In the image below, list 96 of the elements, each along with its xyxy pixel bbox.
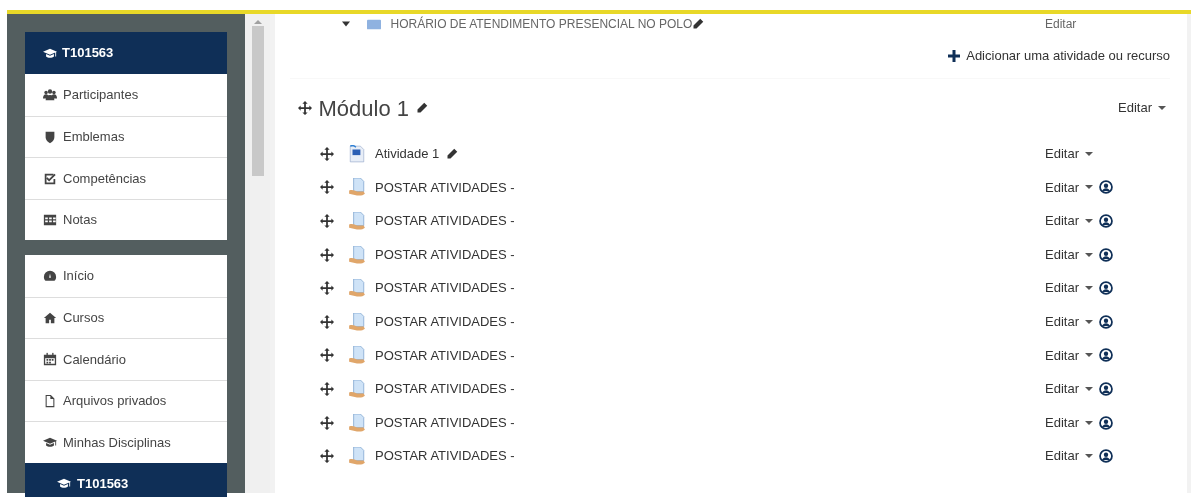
edit-menu-link[interactable]: Editar bbox=[1045, 379, 1093, 399]
caret-icon bbox=[1084, 185, 1093, 190]
user-icon bbox=[1098, 348, 1113, 363]
edit-menu-link[interactable]: Editar bbox=[1045, 446, 1093, 466]
menu-item[interactable]: Competências bbox=[25, 157, 227, 199]
user-icon bbox=[1098, 180, 1113, 195]
section-link[interactable]: HORÁRIO DE ATENDIMENTO PRESENCIAL NO POLO bbox=[390, 15, 693, 33]
user-icon bbox=[1098, 314, 1113, 329]
move-icon bbox=[320, 348, 334, 363]
edit-menu-link[interactable]: Editar bbox=[1045, 211, 1093, 231]
caret-icon bbox=[1084, 219, 1093, 223]
move-icon bbox=[298, 101, 312, 115]
activity-link[interactable]: POSTAR ATIVIDADES - bbox=[375, 446, 515, 466]
user-icon bbox=[1098, 415, 1113, 430]
move-icon bbox=[320, 415, 334, 430]
hand-document-icon bbox=[348, 178, 366, 197]
graduation-cap-icon bbox=[43, 435, 57, 450]
graduation-cap-icon bbox=[57, 476, 71, 491]
user-icon bbox=[1098, 247, 1113, 262]
hand-document-icon bbox=[348, 245, 366, 264]
activity-link[interactable]: POSTAR ATIVIDADES - bbox=[375, 312, 515, 332]
file-icon bbox=[43, 393, 57, 408]
activity-link[interactable]: POSTAR ATIVIDADES - bbox=[375, 177, 515, 198]
menu-item[interactable]: Participantes bbox=[25, 74, 227, 116]
edit-menu-link[interactable]: Editar bbox=[1045, 345, 1093, 366]
section-title: Módulo 1 bbox=[318, 94, 409, 123]
home-icon bbox=[43, 310, 57, 325]
caret-icon bbox=[1084, 252, 1093, 257]
edit-menu-link[interactable]: Editar bbox=[1045, 312, 1093, 332]
checkbox-icon bbox=[43, 171, 57, 186]
hand-document-icon bbox=[348, 279, 366, 298]
caret-icon bbox=[1084, 454, 1093, 459]
word-document-icon bbox=[348, 144, 366, 163]
activity-link[interactable]: POSTAR ATIVIDADES - bbox=[375, 412, 515, 433]
user-icon bbox=[1098, 381, 1113, 396]
calendar-icon bbox=[43, 352, 57, 367]
course-menu-header[interactable]: T101563 bbox=[25, 32, 227, 74]
move-icon bbox=[320, 281, 334, 296]
caret-icon bbox=[1084, 319, 1093, 324]
edit-menu-link[interactable]: Editar bbox=[1045, 15, 1077, 33]
caret-icon bbox=[1084, 353, 1093, 358]
activity-link[interactable]: POSTAR ATIVIDADES - bbox=[375, 379, 515, 399]
move-icon bbox=[320, 314, 334, 329]
hand-document-icon bbox=[348, 413, 366, 432]
add-activity-link[interactable]: Adicionar uma atividade ou recurso bbox=[947, 46, 1170, 66]
menu-item[interactable]: Início bbox=[25, 255, 227, 297]
menu-item[interactable]: Cursos bbox=[25, 296, 227, 338]
edit-menu-link[interactable]: Editar bbox=[1045, 412, 1093, 433]
hand-document-icon bbox=[348, 447, 366, 466]
plus-icon bbox=[947, 50, 960, 62]
menu-item[interactable]: Notas bbox=[25, 198, 227, 240]
users-icon bbox=[43, 87, 57, 102]
table-icon bbox=[43, 212, 57, 227]
edit-menu-link[interactable]: Editar bbox=[1045, 278, 1093, 298]
shield-icon bbox=[43, 129, 57, 144]
hand-document-icon bbox=[348, 379, 366, 398]
move-icon bbox=[320, 381, 334, 396]
activity-link[interactable]: Atividade 1 bbox=[375, 144, 440, 164]
menu-item[interactable]: T101563 bbox=[25, 462, 227, 497]
caret-icon bbox=[1084, 151, 1093, 156]
hand-document-icon bbox=[348, 346, 366, 365]
user-icon bbox=[1098, 214, 1113, 228]
dashboard-icon bbox=[43, 268, 57, 283]
move-icon bbox=[320, 180, 334, 195]
move-icon bbox=[320, 247, 334, 262]
collapse-caret-icon bbox=[342, 20, 350, 28]
user-icon bbox=[1098, 449, 1113, 464]
move-icon bbox=[320, 146, 334, 161]
menu-item[interactable]: Calendário bbox=[25, 338, 227, 380]
menu-item[interactable]: Minhas Disciplinas bbox=[25, 421, 227, 463]
edit-menu-link[interactable]: Editar bbox=[1045, 177, 1093, 198]
graduation-cap-icon bbox=[43, 46, 57, 60]
hand-document-icon bbox=[348, 312, 366, 331]
hand-document-icon bbox=[348, 212, 366, 230]
menu-item[interactable]: Arquivos privados bbox=[25, 379, 227, 421]
activity-link[interactable]: POSTAR ATIVIDADES - bbox=[375, 211, 515, 231]
activity-link[interactable]: POSTAR ATIVIDADES - bbox=[375, 278, 515, 298]
pencil-icon bbox=[445, 147, 458, 160]
caret-icon bbox=[1158, 106, 1166, 110]
edit-menu-link[interactable]: Editar bbox=[1045, 244, 1093, 265]
scrollbar-thumb[interactable] bbox=[251, 26, 264, 176]
menu-item[interactable]: Emblemas bbox=[25, 115, 227, 157]
course-title: T101563 bbox=[62, 44, 114, 63]
user-icon bbox=[1098, 281, 1113, 296]
caret-icon bbox=[1084, 420, 1093, 425]
caret-icon bbox=[1084, 386, 1093, 391]
caret-icon bbox=[1084, 286, 1093, 291]
edit-menu-link[interactable]: Editar bbox=[1045, 144, 1093, 164]
edit-menu-link[interactable]: Editar bbox=[1118, 98, 1166, 118]
activity-link[interactable]: POSTAR ATIVIDADES - bbox=[375, 244, 515, 265]
move-icon bbox=[320, 214, 334, 228]
activity-link[interactable]: POSTAR ATIVIDADES - bbox=[375, 345, 515, 366]
folder-icon bbox=[364, 17, 384, 31]
pencil-icon bbox=[692, 18, 705, 30]
pencil-icon bbox=[415, 102, 428, 114]
move-icon bbox=[320, 449, 334, 464]
